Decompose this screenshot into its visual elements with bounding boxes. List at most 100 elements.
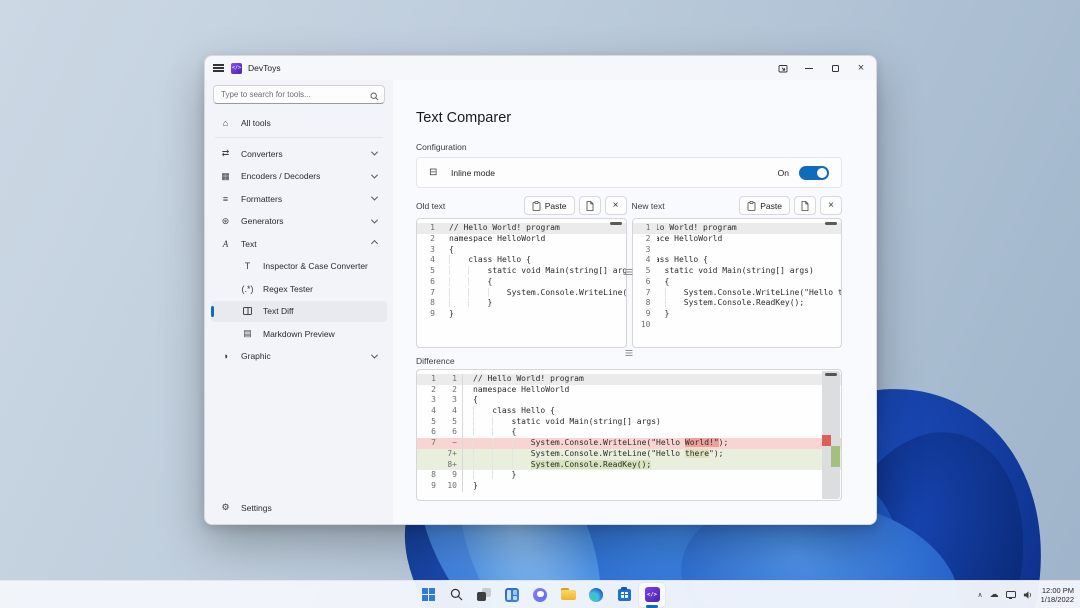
titlebar: </> DevToys × xyxy=(205,56,876,80)
sidebar-item-label: Converters xyxy=(241,149,283,159)
sidebar-item-text[interactable]: AText xyxy=(211,233,387,254)
code-line[interactable]: 5 static void Main(string[] args) xyxy=(417,266,626,277)
sidebar-item-inspector-case-converter[interactable]: TInspector & Case Converter xyxy=(211,256,387,277)
volume-icon[interactable] xyxy=(1023,590,1034,600)
line-number: 5 xyxy=(633,266,657,277)
diff-line-context[interactable]: 55 static void Main(string[] args) xyxy=(417,417,841,428)
devtoys-logo-icon: </> xyxy=(231,63,242,74)
tray-chevron-up-icon[interactable]: ∧ xyxy=(978,591,983,599)
code-line[interactable]: 2namespace HelloWorld xyxy=(633,234,842,245)
code-line[interactable]: 1// Hello World! program xyxy=(633,223,842,234)
sidebar-item-graphic[interactable]: ◑Graphic xyxy=(211,346,387,367)
sidebar-item-markdown-preview[interactable]: ▤Markdown Preview xyxy=(211,323,387,344)
old-clear-button[interactable]: × xyxy=(605,196,627,215)
sidebar-item-text-diff[interactable]: Text Diff xyxy=(211,301,387,322)
diff-line-added[interactable]: 7+ System.Console.WriteLine("Hello there… xyxy=(417,449,841,460)
new-clear-button[interactable]: × xyxy=(820,196,842,215)
code-line[interactable]: 6 { xyxy=(633,277,842,288)
devtoys-window: </> DevToys × ⌂All tool xyxy=(204,55,877,525)
code-line[interactable]: 9} xyxy=(417,309,626,320)
code-line[interactable]: 4 class Hello { xyxy=(417,255,626,266)
line-number: 9 xyxy=(633,309,657,320)
diff-line-context[interactable]: 33{ xyxy=(417,395,841,406)
code-line[interactable]: 8 } xyxy=(417,298,626,309)
taskbar-widgets-button[interactable] xyxy=(499,583,525,607)
code-line[interactable]: 7 System.Console.WriteLine("Hello there"… xyxy=(633,288,842,299)
taskbar: </> ∧ ☁ 12:00 PM 1/18/2022 xyxy=(0,580,1080,608)
taskbar-store-button[interactable] xyxy=(611,583,637,607)
difference-viewer[interactable]: 11// Hello World! program22namespace Hel… xyxy=(416,369,842,501)
taskbar-file-explorer-button[interactable] xyxy=(555,583,581,607)
diff-line-context[interactable]: 66 { xyxy=(417,427,841,438)
text-panes: Old text Paste × 1// He xyxy=(416,196,842,348)
pane-splitter-grip[interactable] xyxy=(626,272,633,273)
sidebar-item-regex-tester[interactable]: (.*)Regex Tester xyxy=(211,278,387,299)
sidebar-item-all-tools[interactable]: ⌂All tools xyxy=(211,112,387,133)
sidebar-item-formatters[interactable]: ≡Formatters xyxy=(211,188,387,209)
taskbar-clock[interactable]: 12:00 PM 1/18/2022 xyxy=(1041,586,1074,604)
line-number: 4 xyxy=(633,255,657,266)
onedrive-cloud-icon[interactable]: ☁ xyxy=(990,589,999,600)
code-line[interactable]: 3{ xyxy=(417,245,626,256)
diff-line-deleted[interactable]: 7− System.Console.WriteLine("Hello World… xyxy=(417,438,841,449)
maximize-icon xyxy=(832,65,839,72)
taskbar-start-button[interactable] xyxy=(415,583,441,607)
network-icon[interactable] xyxy=(1006,591,1016,598)
compact-overlay-button[interactable] xyxy=(770,57,796,79)
minimize-button[interactable] xyxy=(796,57,822,79)
diff-line-context[interactable]: 22namespace HelloWorld xyxy=(417,385,841,396)
diff-line-added[interactable]: 8+ System.Console.ReadKey(); xyxy=(417,460,841,471)
old-paste-button[interactable]: Paste xyxy=(524,196,575,215)
line-number: 7 xyxy=(633,288,657,299)
horizontal-splitter-grip[interactable] xyxy=(626,353,633,354)
taskbar-edge-button[interactable] xyxy=(583,583,609,607)
code-line[interactable]: 9 } xyxy=(633,309,842,320)
maximize-button[interactable] xyxy=(822,57,848,79)
old-load-file-button[interactable] xyxy=(579,196,601,215)
scrollbar-thumb[interactable] xyxy=(825,222,837,225)
sidebar-item-settings[interactable]: ⚙ Settings xyxy=(211,497,387,518)
scrollbar-thumb[interactable] xyxy=(610,222,622,225)
minimize-icon xyxy=(805,68,813,69)
sidebar-item-converters[interactable]: ⇄Converters xyxy=(211,143,387,164)
sidebar-item-encoders-decoders[interactable]: ▦Encoders / Decoders xyxy=(211,166,387,187)
code-line[interactable]: 10} xyxy=(633,320,842,331)
scrollbar-thumb[interactable] xyxy=(825,373,837,376)
taskbar-chat-button[interactable] xyxy=(527,583,553,607)
code-line[interactable]: 4 class Hello { xyxy=(633,255,842,266)
new-paste-button[interactable]: Paste xyxy=(739,196,790,215)
markdown-icon: ▤ xyxy=(241,328,254,339)
new-text-label: New text xyxy=(632,201,740,211)
diff-line-context[interactable]: 44 class Hello { xyxy=(417,406,841,417)
line-number: 3 xyxy=(633,245,657,256)
code-line[interactable]: 8 System.Console.ReadKey(); xyxy=(633,298,842,309)
code-line[interactable]: 3{ xyxy=(633,245,842,256)
diff-scrollbar-rail[interactable] xyxy=(822,371,840,499)
code-line[interactable]: 6 { xyxy=(417,277,626,288)
code-line[interactable]: 2namespace HelloWorld xyxy=(417,234,626,245)
search-input[interactable] xyxy=(213,85,385,104)
code-line[interactable]: 1// Hello World! program xyxy=(417,223,626,234)
diff-line-context[interactable]: 11// Hello World! program xyxy=(417,374,841,385)
sidebar-item-label: Generators xyxy=(241,216,284,226)
new-load-file-button[interactable] xyxy=(794,196,816,215)
nav-menu-button[interactable] xyxy=(205,57,231,79)
diff-line-context[interactable]: 910} xyxy=(417,481,841,492)
old-line-number: 5 xyxy=(417,417,441,428)
taskbar-task-view-button[interactable] xyxy=(471,583,497,607)
devtoys-icon: </> xyxy=(645,587,660,602)
old-line-number: 8 xyxy=(417,470,441,481)
taskbar-search-button[interactable] xyxy=(443,583,469,607)
close-button[interactable]: × xyxy=(848,57,874,79)
old-text-editor[interactable]: 1// Hello World! program2namespace Hello… xyxy=(416,218,627,348)
code-line[interactable]: 7 System.Console.WriteLine("Hello World!… xyxy=(417,288,626,299)
new-text-editor[interactable]: 1// Hello World! program2namespace Hello… xyxy=(632,218,843,348)
taskbar-devtoys-button[interactable]: </> xyxy=(639,583,665,607)
new-text-pane: New text Paste × 1// He xyxy=(632,196,843,348)
inline-mode-toggle[interactable] xyxy=(799,166,829,180)
code-line[interactable]: 5 static void Main(string[] args) xyxy=(633,266,842,277)
new-line-number: 2 xyxy=(441,385,463,396)
diff-line-context[interactable]: 89 } xyxy=(417,470,841,481)
toggle-state-label: On xyxy=(778,168,789,178)
sidebar-item-generators[interactable]: ⊛Generators xyxy=(211,211,387,232)
